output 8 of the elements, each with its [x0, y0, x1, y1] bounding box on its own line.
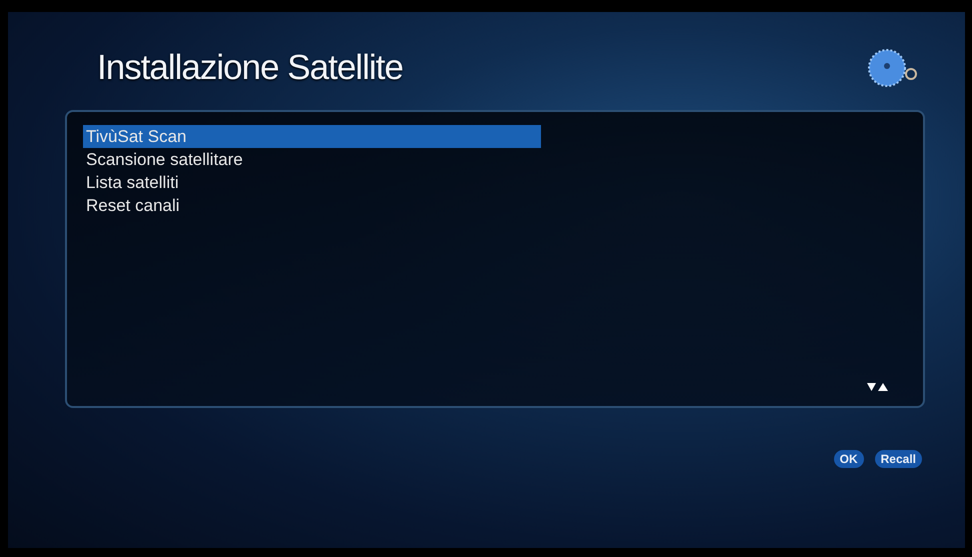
remote-key-button[interactable]: Recall — [874, 450, 922, 468]
menu-item[interactable]: TivùSat Scan — [83, 125, 541, 148]
menu-item[interactable]: Scansione satellitare — [83, 148, 541, 171]
menu-item[interactable]: Lista satelliti — [83, 171, 541, 194]
page-title: Installazione Satellite — [97, 48, 403, 88]
remote-key-button[interactable]: OK — [834, 450, 864, 468]
scroll-arrows-icon — [867, 382, 889, 392]
menu-item[interactable]: Reset canali — [83, 194, 541, 217]
